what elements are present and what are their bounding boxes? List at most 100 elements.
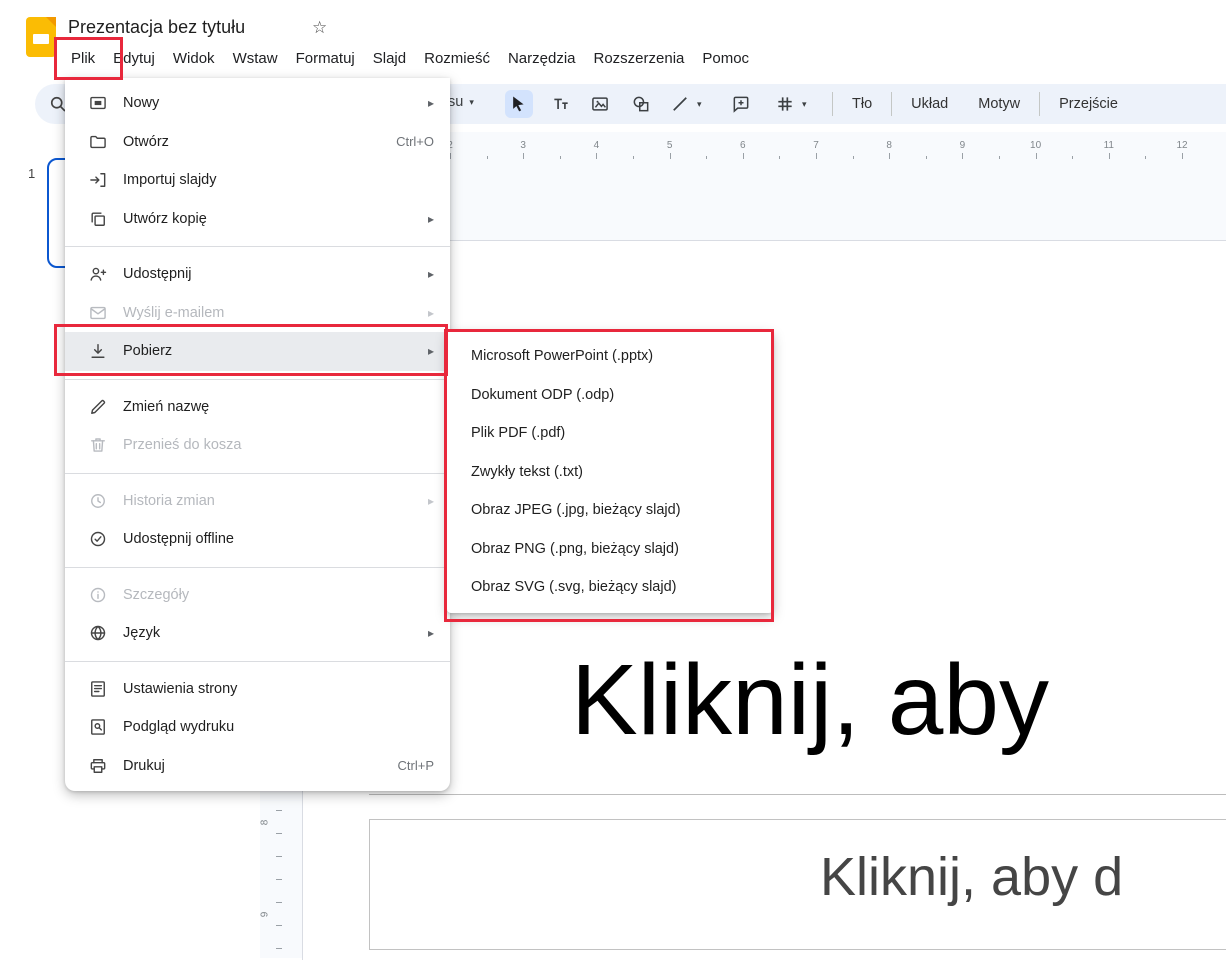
trash-icon — [88, 435, 108, 455]
select-tool-button[interactable] — [505, 90, 533, 118]
file-menu-item-historia-zmian[interactable]: Historia zmian▸ — [65, 482, 450, 521]
history-icon — [88, 491, 108, 511]
slides-logo-icon[interactable] — [23, 16, 59, 58]
file-menu-item-ustawienia-strony[interactable]: Ustawienia strony — [65, 670, 450, 709]
file-menu-item-zmien-nazwe[interactable]: Zmień nazwę — [65, 388, 450, 427]
menu-edytuj[interactable]: Edytuj — [104, 48, 164, 69]
file-menu-item-nowy[interactable]: Nowy▸ — [65, 84, 450, 123]
text-box-button[interactable] — [547, 90, 575, 118]
text-box-icon — [551, 94, 571, 114]
menu-wstaw[interactable]: Wstaw — [224, 48, 287, 69]
download-submenu-item-jpeg[interactable]: Obraz JPEG (.jpg, bieżący slajd) — [447, 491, 773, 530]
menu-divider — [65, 661, 450, 662]
grid-icon — [775, 94, 795, 114]
file-menu-item-szczegoly[interactable]: Szczegóły — [65, 576, 450, 615]
submenu-arrow-icon: ▸ — [428, 306, 434, 320]
ruler-tick — [743, 153, 744, 159]
menu-widok[interactable]: Widok — [164, 48, 224, 69]
file-menu-item-pobierz[interactable]: Pobierz▸ — [65, 332, 450, 371]
file-menu-item-importuj-slajdy[interactable]: Importuj slajdy — [65, 161, 450, 200]
file-menu-item-udostepnij-offline[interactable]: Udostępnij offline — [65, 520, 450, 559]
image-icon — [590, 94, 610, 114]
folder-icon — [88, 132, 108, 152]
download-submenu: Microsoft PowerPoint (.pptx)Dokument ODP… — [447, 331, 773, 613]
print-preview-icon — [88, 717, 108, 737]
grid-chevron-down-icon[interactable]: ▾ — [802, 99, 807, 110]
menu-item-label: Pobierz — [123, 343, 416, 359]
ruler-tick-minor — [487, 156, 488, 159]
download-submenu-item-pdf[interactable]: Plik PDF (.pdf) — [447, 414, 773, 453]
ruler-tick-label: 4 — [594, 140, 600, 151]
menu-slajd[interactable]: Slajd — [364, 48, 415, 69]
menu-divider — [65, 379, 450, 380]
toolbar-divider — [832, 92, 833, 116]
ruler-tick — [962, 153, 963, 159]
ruler-tick-label: 6 — [740, 140, 746, 151]
tlo-button[interactable]: Tło — [837, 96, 887, 112]
menu-narzedzia[interactable]: Narzędzia — [499, 48, 585, 69]
ruler-tick-minor — [1145, 156, 1146, 159]
new-slide-icon — [88, 93, 108, 113]
subtitle-placeholder[interactable]: Kliknij, aby d — [369, 819, 1226, 950]
download-submenu-item-pptx[interactable]: Microsoft PowerPoint (.pptx) — [447, 337, 773, 376]
title-placeholder-border — [369, 794, 1226, 795]
file-menu-item-podglad-wydruku[interactable]: Podgląd wydruku — [65, 708, 450, 747]
globe-icon — [88, 623, 108, 643]
ruler-tick — [889, 153, 890, 159]
ruler-tick — [276, 833, 282, 834]
menu-item-label: Przenieś do kosza — [123, 437, 434, 453]
menu-divider — [65, 246, 450, 247]
file-menu-item-otworz[interactable]: OtwórzCtrl+O — [65, 123, 450, 162]
ruler-tick — [276, 902, 282, 903]
ruler-tick-minor — [779, 156, 780, 159]
menu-formatuj[interactable]: Formatuj — [287, 48, 364, 69]
menu-item-label: Drukuj — [123, 758, 386, 774]
download-submenu-item-svg[interactable]: Obraz SVG (.svg, bieżący slajd) — [447, 568, 773, 607]
menu-rozszerzenia[interactable]: Rozszerzenia — [585, 48, 694, 69]
przejscie-button[interactable]: Przejście — [1044, 96, 1133, 112]
file-menu-item-wyslij-e-mailem[interactable]: Wyślij e-mailem▸ — [65, 294, 450, 333]
file-menu: Nowy▸OtwórzCtrl+OImportuj slajdyUtwórz k… — [65, 78, 450, 791]
file-menu-item-jezyk[interactable]: Język▸ — [65, 614, 450, 653]
submenu-arrow-icon: ▸ — [428, 494, 434, 508]
insert-image-button[interactable] — [586, 90, 614, 118]
file-menu-item-przenies-do-kosza[interactable]: Przenieś do kosza — [65, 426, 450, 465]
submenu-arrow-icon: ▸ — [428, 96, 434, 110]
download-icon — [88, 341, 108, 361]
line-chevron-down-icon[interactable]: ▾ — [697, 99, 702, 110]
menu-item-label: Utwórz kopię — [123, 211, 416, 227]
import-icon — [88, 170, 108, 190]
insert-line-button[interactable] — [666, 90, 694, 118]
pencil-icon — [88, 397, 108, 417]
ruler-tick-label: 5 — [667, 140, 673, 151]
document-title[interactable]: Prezentacja bez tytułu — [68, 17, 245, 38]
menu-item-label: Język — [123, 625, 416, 641]
copy-icon — [88, 209, 108, 229]
insert-shape-button[interactable] — [627, 90, 655, 118]
zoom-select[interactable]: su ▾ — [448, 94, 474, 110]
menu-rozmiesc[interactable]: Rozmieść — [415, 48, 499, 69]
zoom-select-partial-label: su — [448, 94, 463, 110]
download-submenu-item-odp[interactable]: Dokument ODP (.odp) — [447, 376, 773, 415]
star-icon[interactable]: ☆ — [312, 18, 327, 38]
file-menu-item-utworz-kopie[interactable]: Utwórz kopię▸ — [65, 200, 450, 239]
menu-divider — [65, 567, 450, 568]
download-submenu-item-txt[interactable]: Zwykły tekst (.txt) — [447, 453, 773, 492]
menu-pomoc[interactable]: Pomoc — [693, 48, 758, 69]
uklad-button[interactable]: Układ — [896, 96, 963, 112]
menu-item-label: Otwórz — [123, 134, 384, 150]
add-comment-button[interactable] — [727, 90, 755, 118]
menu-plik[interactable]: Plik — [62, 48, 104, 69]
chevron-down-icon: ▾ — [469, 97, 474, 108]
file-menu-item-udostepnij[interactable]: Udostępnij▸ — [65, 255, 450, 294]
file-menu-item-drukuj[interactable]: DrukujCtrl+P — [65, 747, 450, 786]
download-submenu-item-png[interactable]: Obraz PNG (.png, bieżący slajd) — [447, 530, 773, 569]
ruler-tick-label: 9 — [259, 912, 270, 918]
slide-number: 1 — [28, 166, 35, 181]
motyw-button[interactable]: Motyw — [963, 96, 1035, 112]
ruler-tick — [1036, 153, 1037, 159]
ruler-tick-label: 9 — [960, 140, 966, 151]
slide-title-text[interactable]: Kliknij, aby — [571, 643, 1049, 758]
ruler-tick-label: 8 — [886, 140, 892, 151]
grid-view-button[interactable] — [771, 90, 799, 118]
